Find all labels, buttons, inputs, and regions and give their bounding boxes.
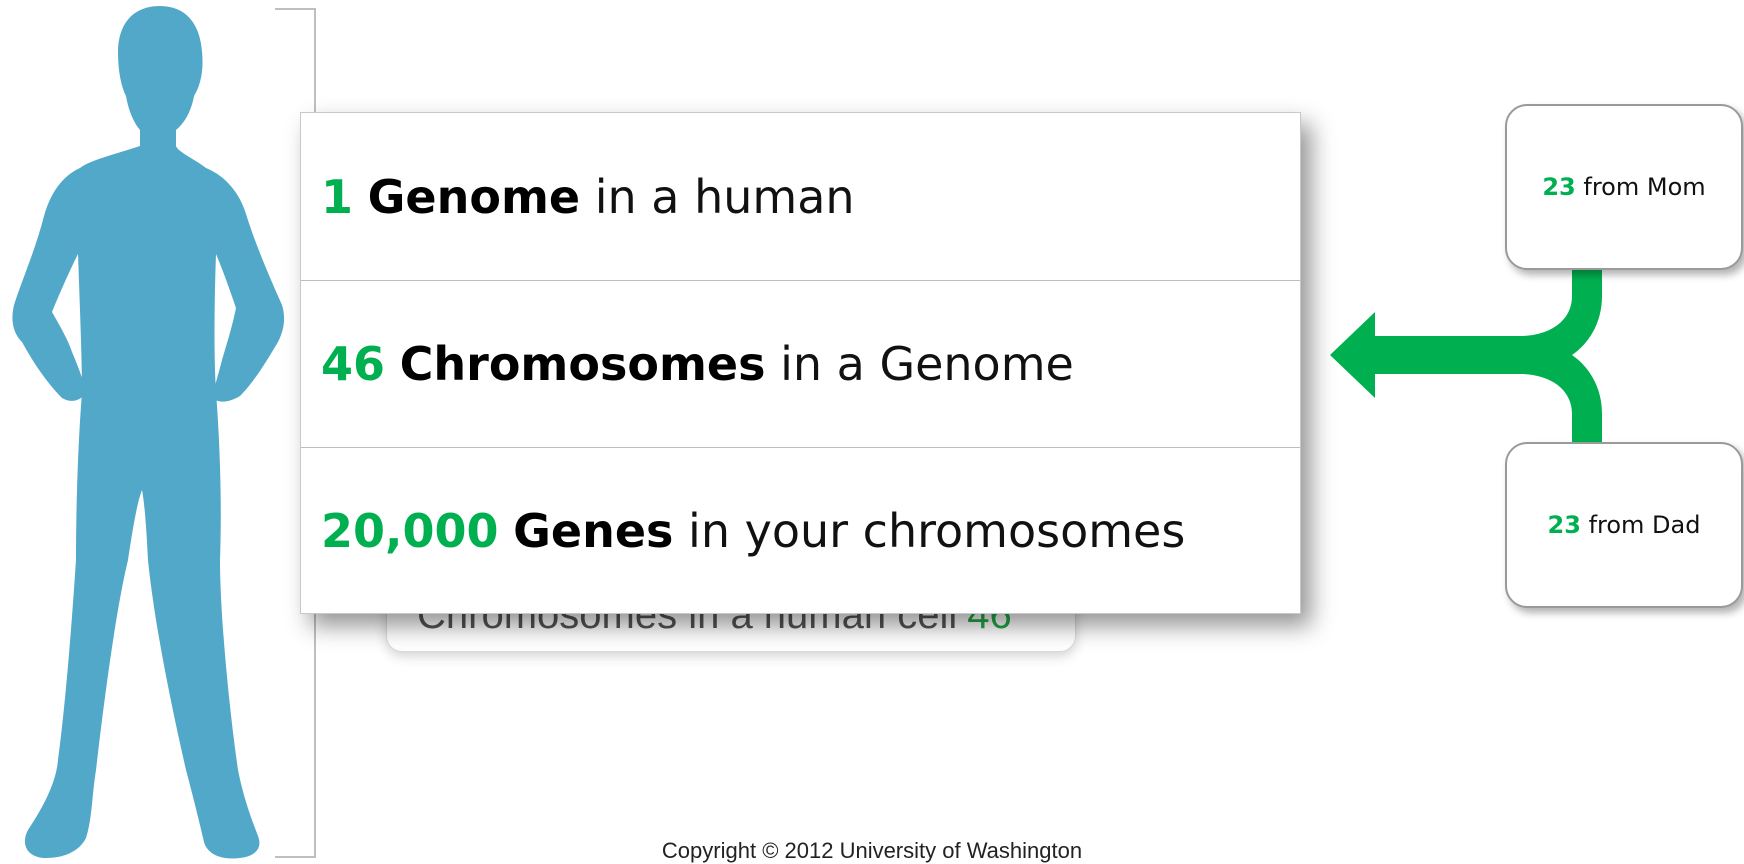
fact-number: 46 (321, 337, 386, 391)
fact-row-chromosomes: 46 Chromosomes in a Genome (301, 280, 1300, 447)
copyright-notice: Copyright © 2012 University of Washingto… (661, 838, 1083, 863)
mom-chromosome-count: 23 (1542, 173, 1576, 201)
fact-number: 1 (321, 169, 354, 224)
genome-facts-card: 1 Genome in a human 46 Chromosomes in a … (300, 112, 1301, 614)
fact-row-genes: 20,000 Genes in your chromosomes (301, 447, 1300, 614)
fact-term: Genome (367, 169, 581, 224)
from-dad-box: 23 from Dad (1505, 442, 1743, 608)
mom-label: from Mom (1583, 173, 1706, 201)
dad-label: from Dad (1588, 511, 1701, 539)
fact-term: Genes (513, 504, 674, 558)
fact-description: in a human (594, 169, 855, 224)
fact-description: in a Genome (780, 337, 1074, 391)
fact-row-genome: 1 Genome in a human (301, 113, 1300, 280)
from-mom-box: 23 from Mom (1505, 104, 1743, 270)
fact-description: in your chromosomes (688, 504, 1186, 558)
fact-number: 20,000 (321, 504, 499, 558)
dad-chromosome-count: 23 (1547, 511, 1581, 539)
merge-arrow-icon (1330, 260, 1602, 460)
fact-term: Chromosomes (399, 337, 766, 391)
